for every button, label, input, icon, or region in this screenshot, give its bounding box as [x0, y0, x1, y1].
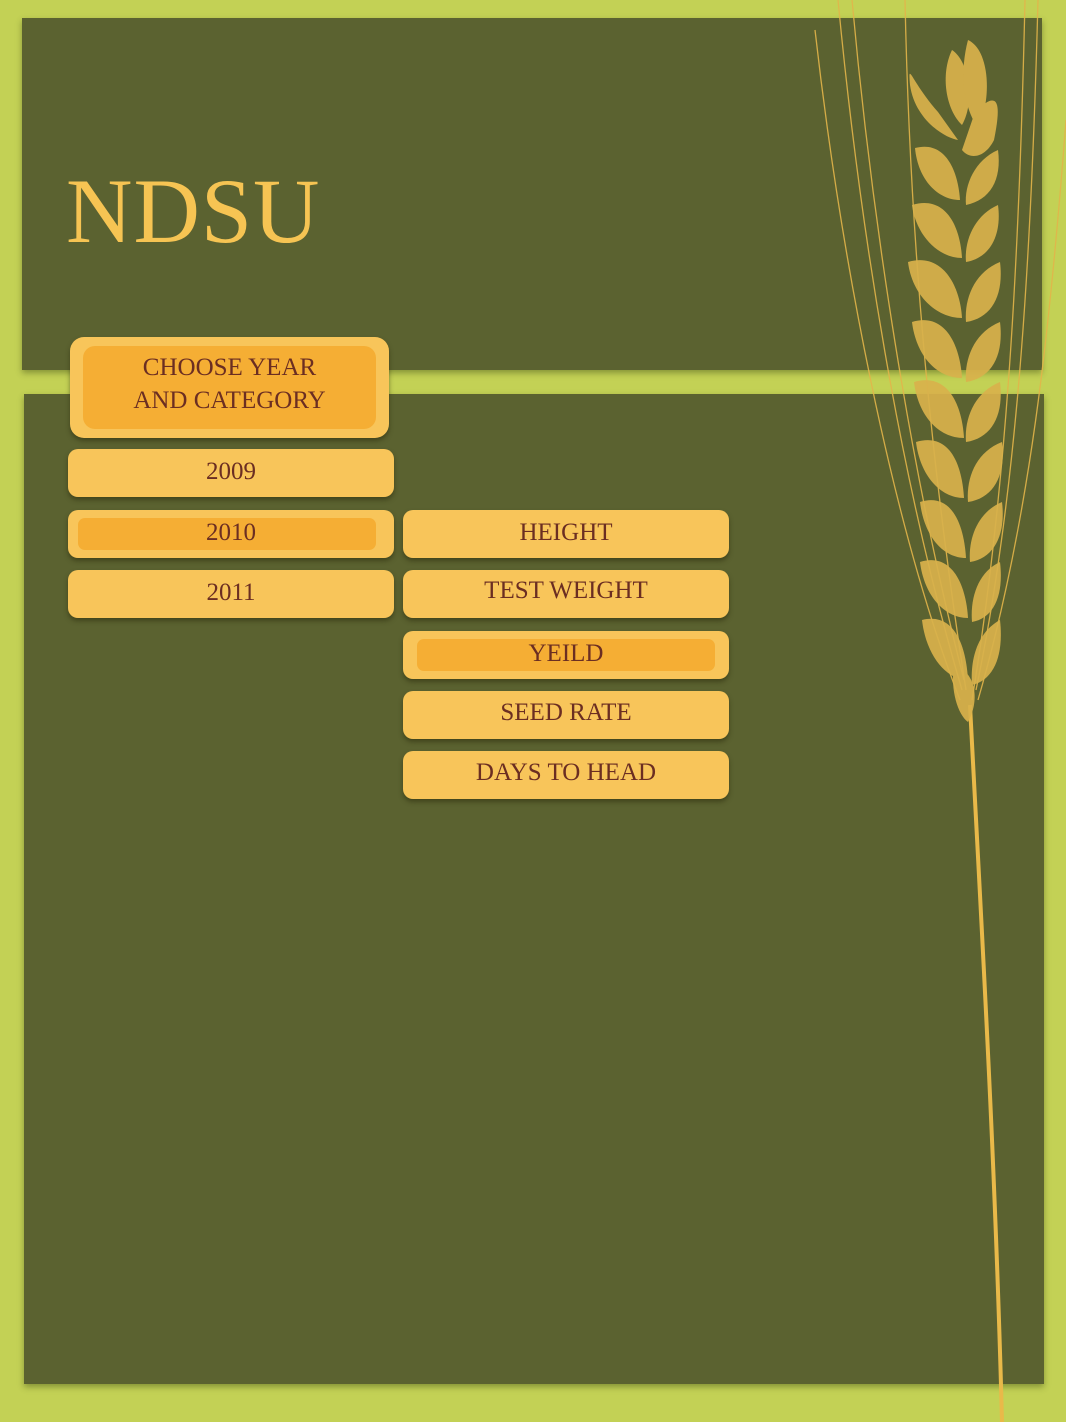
category-button-test-weight[interactable]: TEST WEIGHT: [403, 570, 729, 618]
category-button-label: TEST WEIGHT: [484, 577, 648, 604]
year-button-label: 2010: [206, 519, 256, 546]
choose-year-category-banner: CHOOSE YEAR AND CATEGORY: [70, 337, 389, 438]
category-button-yeild[interactable]: YEILD: [403, 631, 729, 679]
choose-banner-label: CHOOSE YEAR AND CATEGORY: [133, 354, 326, 414]
category-button-label: DAYS TO HEAD: [475, 759, 657, 786]
category-button-days-to-head[interactable]: DAYS TO HEAD: [403, 751, 729, 799]
year-button-label: 2009: [206, 458, 256, 485]
page: NDSU CHOOSE YEAR AND CATEGORY 2009 2010 …: [0, 0, 1066, 1422]
year-button-2009[interactable]: 2009: [68, 449, 394, 497]
year-button-2010[interactable]: 2010: [68, 510, 394, 558]
category-button-label: SEED RATE: [500, 699, 632, 726]
year-button-label: 2011: [206, 579, 256, 606]
page-title: NDSU: [66, 160, 321, 262]
category-button-label: HEIGHT: [519, 519, 613, 546]
category-button-label: YEILD: [528, 640, 604, 667]
category-button-height[interactable]: HEIGHT: [403, 510, 729, 558]
category-button-seed-rate[interactable]: SEED RATE: [403, 691, 729, 739]
year-button-2011[interactable]: 2011: [68, 570, 394, 618]
